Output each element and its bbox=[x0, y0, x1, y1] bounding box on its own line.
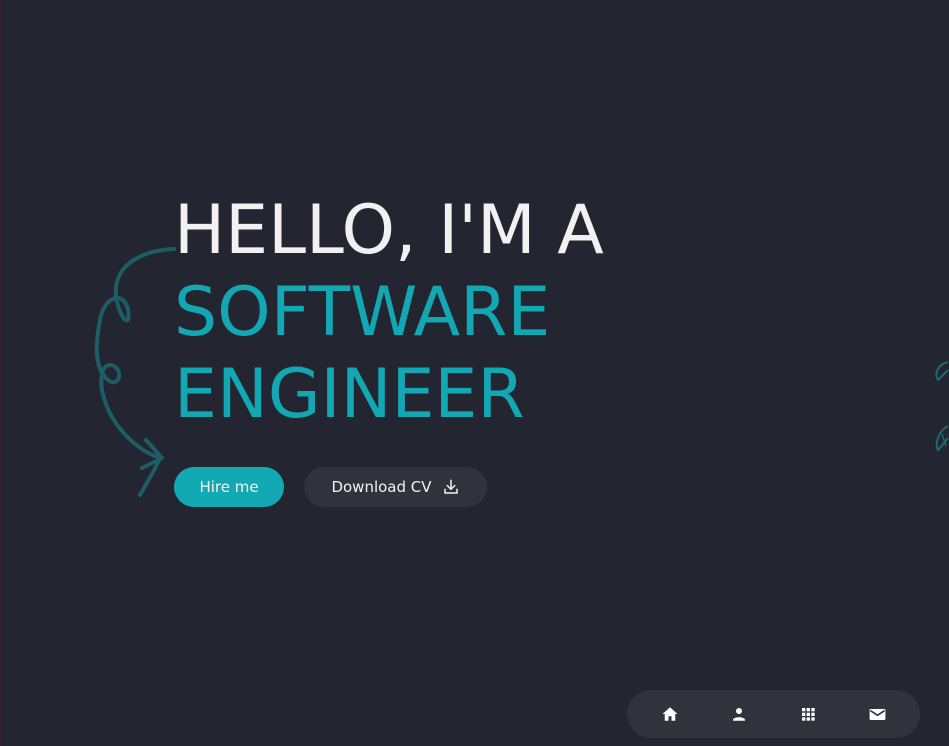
hire-me-label: Hire me bbox=[199, 478, 259, 496]
nav-home[interactable] bbox=[650, 694, 690, 734]
nav-about[interactable] bbox=[719, 694, 759, 734]
person-icon bbox=[732, 708, 745, 721]
leaf-doodle-icon bbox=[935, 361, 949, 452]
mail-icon bbox=[869, 708, 886, 720]
grid-icon bbox=[802, 708, 815, 721]
headline-role-line2: ENGINEER bbox=[174, 355, 525, 434]
headline-greeting: HELLO, I'M A bbox=[174, 191, 604, 270]
nav-contact[interactable] bbox=[857, 694, 897, 734]
bottom-nav bbox=[627, 690, 920, 738]
headline-role-line1: SOFTWARE bbox=[174, 273, 551, 352]
download-cv-label: Download CV bbox=[331, 478, 432, 496]
nav-projects[interactable] bbox=[788, 694, 828, 734]
home-icon bbox=[662, 707, 678, 721]
download-icon bbox=[443, 479, 458, 494]
download-cv-button[interactable]: Download CV bbox=[304, 467, 487, 507]
page: HELLO, I'M A SOFTWARE ENGINEER Hire me D… bbox=[0, 0, 949, 746]
hero-headline: HELLO, I'M A SOFTWARE ENGINEER bbox=[174, 190, 604, 436]
hero-actions: Hire me Download CV bbox=[174, 467, 487, 507]
arrow-doodle-icon bbox=[94, 247, 176, 497]
left-edge-divider bbox=[0, 0, 2, 746]
hire-me-button[interactable]: Hire me bbox=[174, 467, 284, 507]
